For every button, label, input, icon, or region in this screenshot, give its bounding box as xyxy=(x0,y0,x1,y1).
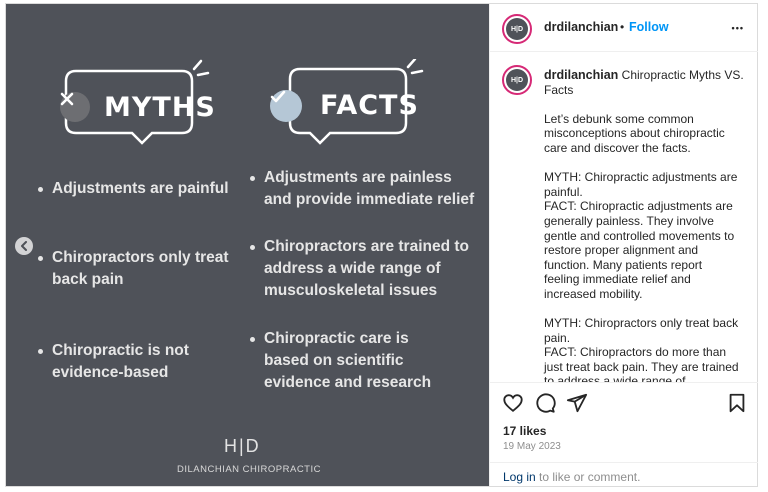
more-options-icon[interactable]: ••• xyxy=(732,23,744,33)
myth-item: Adjustments are painful xyxy=(38,178,252,200)
facts-title-bubble: FACTS xyxy=(268,59,468,159)
caption-line: pain. xyxy=(544,330,571,345)
follow-button[interactable]: Follow xyxy=(629,20,669,34)
caption-line: to address a wide range of xyxy=(544,374,686,382)
caption-avatar[interactable]: H|D xyxy=(502,65,532,95)
instagram-post-modal: MYTHS FACTS Adjustments are painful Chir… xyxy=(5,3,758,487)
fact-line: and provide immediate relief xyxy=(264,191,475,208)
post-image: MYTHS FACTS Adjustments are painful Chir… xyxy=(6,4,489,486)
post-header: H|D drdilanchian • Follow ••• xyxy=(490,4,758,52)
avatar-logo: H|D xyxy=(506,69,528,91)
caption-line: care and discover the facts. xyxy=(544,140,691,155)
caption-line: function. Many patients report xyxy=(544,257,703,272)
caption-line: restore proper alignment and xyxy=(544,243,699,258)
caption-line: Let’s debunk some common xyxy=(544,111,694,126)
brand-name: DILANCHIAN CHIROPRACTIC xyxy=(177,464,321,475)
post-sidebar: H|D drdilanchian • Follow ••• H|D drdila… xyxy=(489,4,758,486)
facts-title: FACTS xyxy=(320,90,419,121)
caption-line: MYTH: Chiropractors only treat back xyxy=(544,316,739,331)
post-date: 19 May 2023 xyxy=(503,441,561,452)
fact-line: Adjustments are painless xyxy=(264,169,452,186)
caption-line: MYTH: Chiropractic adjustments are xyxy=(544,170,738,185)
likes-count[interactable]: 17 likes xyxy=(503,424,546,438)
separator-dot: • xyxy=(620,20,625,34)
action-bar xyxy=(490,382,758,422)
caption-body: Let’s debunk some common misconceptions a… xyxy=(544,112,744,382)
myth-item: Chiropractors only treat back pain xyxy=(38,247,252,291)
avatar-logo: H|D xyxy=(506,18,528,40)
myth-item: Chiropractic is not evidence-based xyxy=(38,340,252,384)
caption-line: painful. xyxy=(544,184,583,199)
fact-line: Chiropractors are trained to xyxy=(264,238,469,255)
fact-line: address a wide range of xyxy=(264,260,441,277)
fact-item: Chiropractors are trained to address a w… xyxy=(250,236,489,302)
myth-line: evidence-based xyxy=(52,364,169,381)
fact-line: evidence and research xyxy=(264,374,432,391)
chevron-left-icon xyxy=(21,241,27,251)
caption-line: just treat back pain. They are trained xyxy=(544,359,739,374)
carousel-prev-button[interactable] xyxy=(15,237,33,255)
myth-line: back pain xyxy=(52,271,124,288)
caption-line: increased mobility. xyxy=(544,286,643,301)
myth-line: Chiropractors only treat xyxy=(52,249,229,266)
header-username[interactable]: drdilanchian xyxy=(544,20,618,34)
caption-text: drdilanchian Chiropractic Myths VS. Fact… xyxy=(544,68,744,382)
avatar[interactable]: H|D xyxy=(502,14,532,44)
login-prompt: to like or comment. xyxy=(535,470,641,484)
fact-check-icon xyxy=(270,90,302,122)
heart-icon[interactable] xyxy=(502,392,524,414)
myth-line: Chiropractic is not xyxy=(52,342,189,359)
fact-line: Chiropractic care is xyxy=(264,330,409,347)
fact-line: musculoskeletal issues xyxy=(264,282,438,299)
myths-title: MYTHS xyxy=(104,92,216,123)
caption-line: feeling immediate relief and xyxy=(544,272,691,287)
login-link[interactable]: Log in xyxy=(503,470,536,484)
myth-line: Adjustments are painful xyxy=(52,180,229,197)
caption-line: generally painless. They involve xyxy=(544,213,714,228)
login-footer: Log in to like or comment. xyxy=(490,462,758,486)
fact-line: based on scientific xyxy=(264,352,404,369)
fact-item: Adjustments are painless and provide imm… xyxy=(250,167,489,211)
caption-line: gentle and controlled movements to xyxy=(544,228,735,243)
paper-plane-icon[interactable] xyxy=(566,392,588,414)
myths-title-bubble: MYTHS xyxy=(54,59,254,159)
caption-line: FACT: Chiropractors do more than xyxy=(544,345,727,360)
fact-item: Chiropractic care is based on scientific… xyxy=(250,328,489,394)
myth-x-icon xyxy=(60,92,90,122)
caption-line: misconceptions about chiropractic xyxy=(544,126,725,141)
bookmark-icon[interactable] xyxy=(726,392,748,414)
caption-line: FACT: Chiropractic adjustments are xyxy=(544,199,733,214)
caption-username[interactable]: drdilanchian xyxy=(544,68,618,82)
comment-icon[interactable] xyxy=(534,392,556,414)
brand-logo: H|D xyxy=(224,436,261,456)
caption-area: H|D drdilanchian Chiropractic Myths VS. … xyxy=(490,52,758,382)
